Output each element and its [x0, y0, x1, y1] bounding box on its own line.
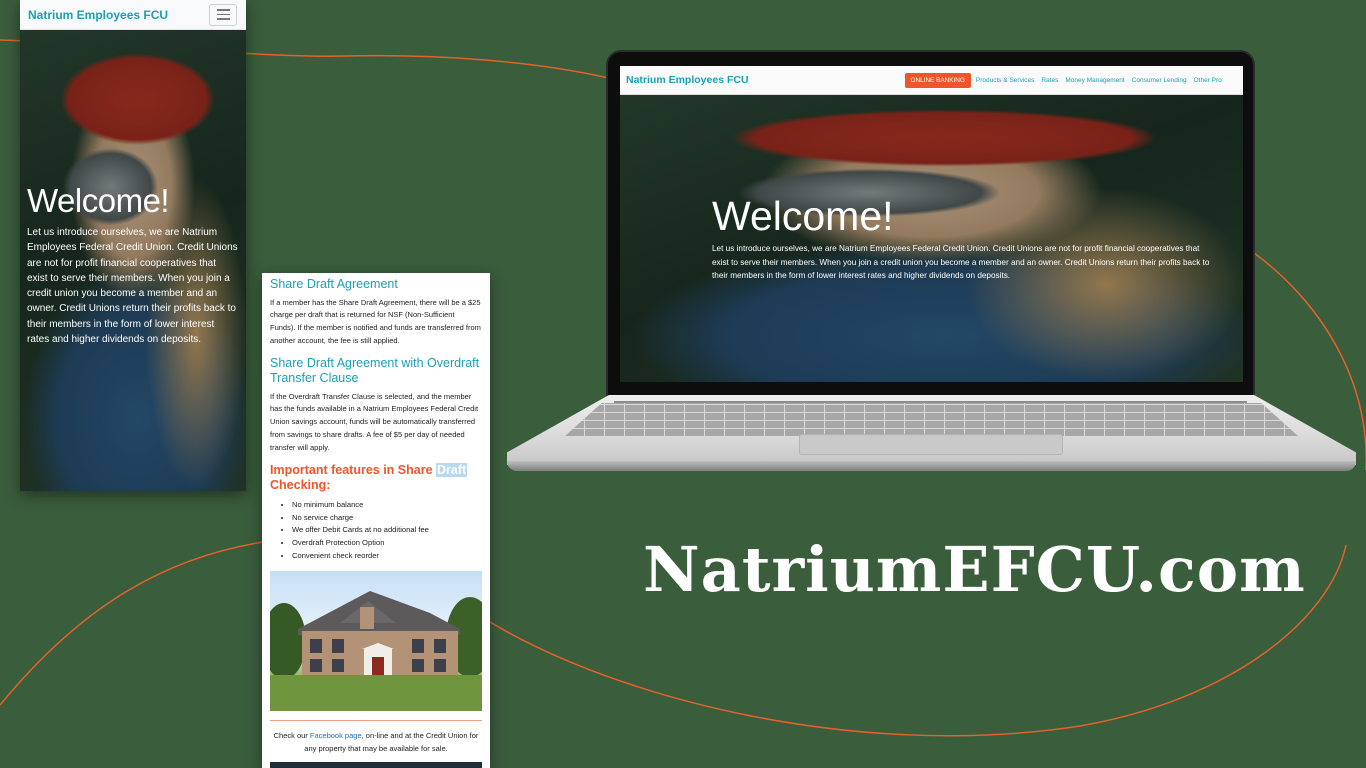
share-draft-text: If a member has the Share Draft Agreemen…: [270, 297, 481, 345]
house-photo: [270, 571, 482, 712]
touchpad: [799, 434, 1063, 455]
list-item: Overdraft Protection Option: [292, 537, 482, 550]
hero-image: Welcome! Let us introduce ourselves, we …: [620, 95, 1243, 382]
share-draft-heading: Share Draft Agreement: [270, 277, 398, 291]
list-item: Convenient check reorder: [292, 550, 482, 563]
brand-logo[interactable]: Natrium Employees FCU: [28, 8, 168, 22]
list-item: No minimum balance: [292, 499, 482, 512]
hamburger-icon[interactable]: [209, 3, 237, 26]
hero-text: Let us introduce ourselves, we are Natri…: [27, 227, 238, 346]
laptop-base-edge: [507, 461, 1356, 471]
keyboard: [565, 403, 1298, 436]
brand-logo[interactable]: Natrium Employees FCU: [626, 74, 749, 86]
laptop-lid: Natrium Employees FCU ONLINE BANKING Pro…: [606, 50, 1255, 402]
facebook-note: Check our Facebook page, on-line and at …: [273, 731, 479, 753]
nav-other-products[interactable]: Other Pro: [1194, 77, 1222, 84]
overdraft-heading: Share Draft Agreement with Overdraft Tra…: [270, 355, 480, 386]
list-item: No service charge: [292, 512, 482, 525]
desktop-navbar: Natrium Employees FCU ONLINE BANKING Pro…: [620, 66, 1243, 95]
features-heading: Important features in Share Draft Checki…: [270, 462, 468, 493]
hero-image: Welcome! Let us introduce ourselves, we …: [20, 30, 246, 491]
hero-title: Welcome!: [712, 193, 894, 239]
nav-money-management[interactable]: Money Management: [1065, 77, 1124, 84]
highlighted-word: Draft: [436, 462, 468, 477]
hero-text: Let us introduce ourselves, we are Natri…: [712, 244, 1210, 281]
laptop-mockup: Natrium Employees FCU ONLINE BANKING Pro…: [505, 50, 1358, 475]
site-url: NatriumEFCU.com: [643, 533, 1306, 606]
nav-products-services[interactable]: Products & Services: [976, 77, 1035, 84]
overdraft-text: If the Overdraft Transfer Clause is sele…: [270, 391, 479, 452]
online-banking-button[interactable]: ONLINE BANKING: [904, 72, 971, 88]
features-list: No minimum balance No service charge We …: [270, 499, 482, 564]
mobile-content-screenshot: Share Draft Agreement If a member has th…: [262, 273, 490, 768]
facebook-link[interactable]: Facebook page: [310, 731, 362, 740]
laptop-screen: Natrium Employees FCU ONLINE BANKING Pro…: [620, 66, 1243, 382]
divider: [270, 720, 482, 722]
list-item: We offer Debit Cards at no additional fe…: [292, 524, 482, 537]
nav-rates[interactable]: Rates: [1041, 77, 1058, 84]
nav-consumer-lending[interactable]: Consumer Lending: [1132, 77, 1187, 84]
hero-title: Welcome!: [27, 182, 170, 219]
mobile-hero-screenshot: Natrium Employees FCU Welcome! Let us in…: [20, 0, 246, 491]
mobile-navbar: Natrium Employees FCU: [20, 0, 246, 30]
next-image-edge: [270, 762, 482, 768]
